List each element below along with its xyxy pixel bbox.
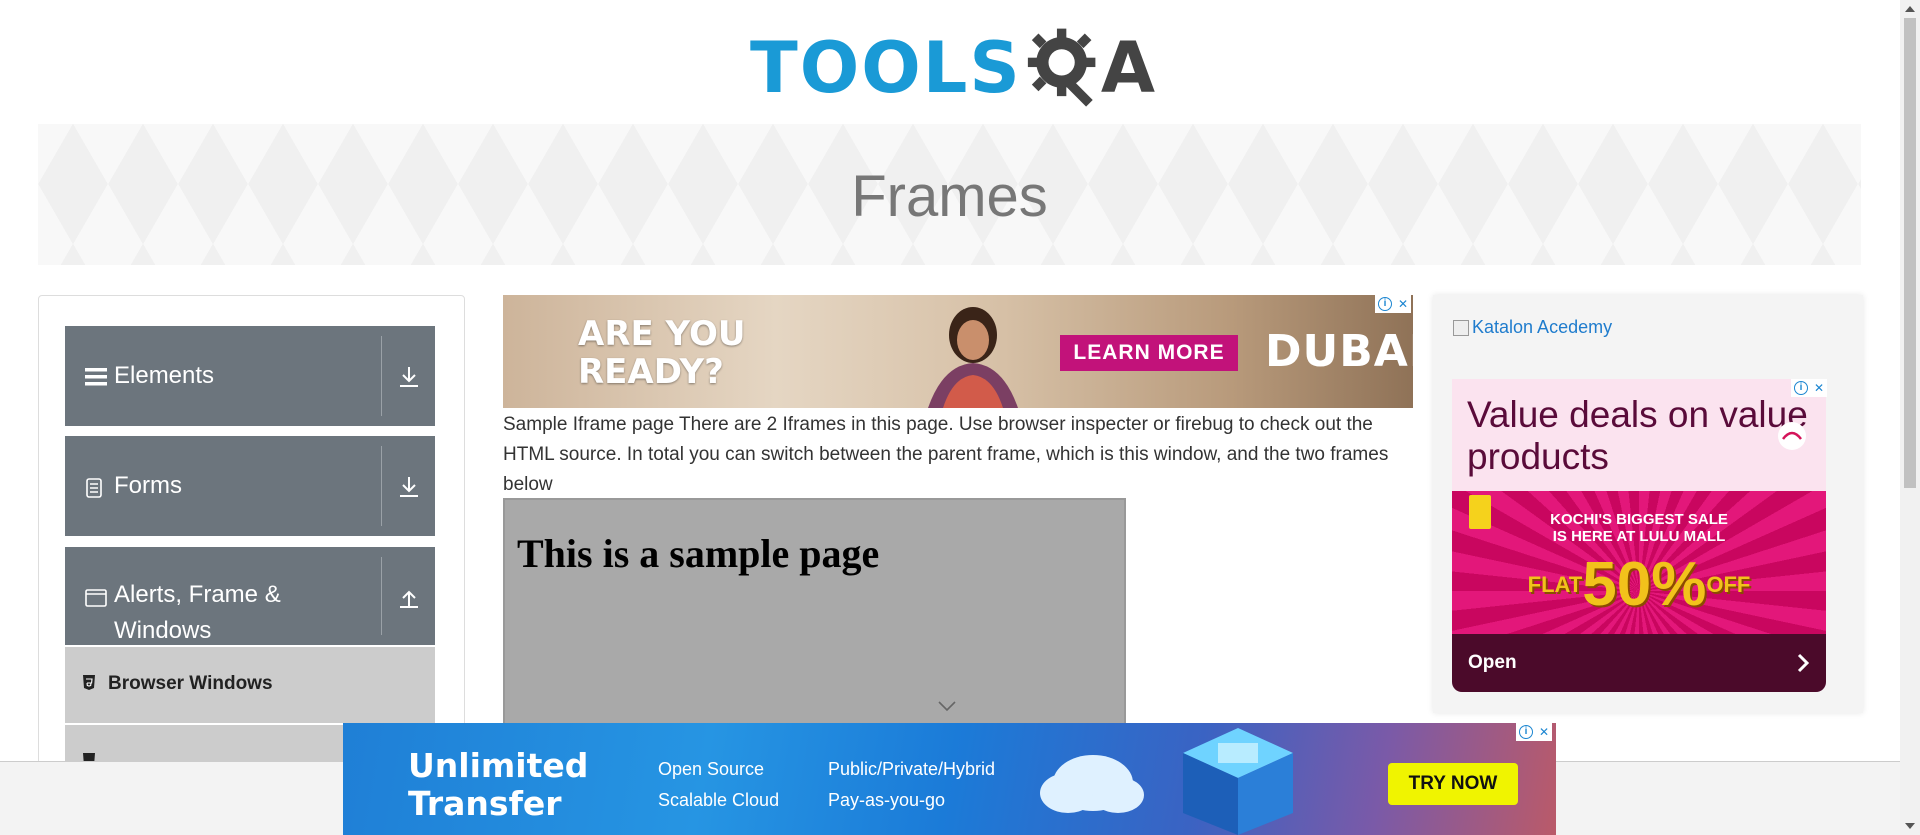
- promo-banner: KOCHI'S BIGGEST SALE IS HERE AT LULU MAL…: [1452, 491, 1826, 634]
- html5-icon: [83, 675, 95, 690]
- label-line-2: Windows: [114, 617, 212, 644]
- info-icon[interactable]: i: [1377, 297, 1392, 311]
- promo-line-2: IS HERE AT LULU MALL: [1552, 528, 1726, 545]
- sidebar-group-elements[interactable]: Elements: [65, 326, 435, 426]
- dubai-logo: DUBAI: [1265, 326, 1413, 377]
- sidebar-group-alerts-frame-windows[interactable]: Alerts, Frame & Windows: [65, 547, 435, 645]
- ad-choices[interactable]: i ✕: [1791, 379, 1827, 397]
- download-icon[interactable]: [396, 474, 422, 500]
- dubai-ad-banner[interactable]: ARE YOU READY? LEARN MORE DUBAI i ✕: [503, 295, 1413, 408]
- close-icon[interactable]: ✕: [1398, 297, 1408, 311]
- ad-choices[interactable]: i ✕: [1516, 723, 1552, 741]
- discount-value: 50%: [1582, 550, 1707, 619]
- off-label: OFF: [1706, 572, 1751, 597]
- sidebar-group-label: Forms: [114, 472, 182, 499]
- hamburger-icon: [85, 368, 107, 386]
- label-line-1: Alerts, Frame &: [114, 581, 281, 608]
- divider: [381, 446, 382, 526]
- sidebar-group-forms[interactable]: Forms: [65, 436, 435, 536]
- info-icon[interactable]: i: [1518, 725, 1533, 739]
- try-now-button[interactable]: TRY NOW: [1388, 763, 1518, 805]
- broken-image-icon: [1453, 319, 1469, 336]
- chevron-right-icon: [1797, 653, 1810, 673]
- feature-open-source: Open Source: [658, 759, 765, 779]
- katalon-academy-link[interactable]: Katalon Acedemy: [1453, 317, 1612, 338]
- cloud-storage-ad[interactable]: Unlimited Transfer Open Source Scalable …: [343, 723, 1556, 835]
- logo-text: TOOLS: [750, 27, 1022, 109]
- scrollbar-thumb[interactable]: [1904, 18, 1916, 488]
- discount-badge: FLAT50%OFF: [1452, 553, 1826, 617]
- sample-iframe[interactable]: This is a sample page: [503, 498, 1126, 748]
- page-banner: Frames: [38, 124, 1861, 265]
- flat-label: FLAT: [1527, 572, 1583, 597]
- feature-pricing: Pay-as-you-go: [828, 790, 946, 810]
- iframe-heading: This is a sample page: [517, 531, 880, 576]
- right-ad-panel: Katalon Acedemy Value deals on value pro…: [1433, 295, 1863, 713]
- sidebar-group-label: Elements: [114, 362, 215, 389]
- scroll-down-icon[interactable]: [1905, 822, 1915, 830]
- page-scrollbar[interactable]: [1900, 0, 1920, 835]
- ad-headline-line-2: READY?: [578, 352, 724, 392]
- toolsqa-logo[interactable]: TOOLS A: [750, 18, 1155, 118]
- close-icon[interactable]: ✕: [1539, 725, 1549, 739]
- divider: [381, 336, 382, 416]
- ad-headline-line-1: ARE YOU: [578, 314, 746, 354]
- sidebar-group-label: Alerts, Frame & Windows: [114, 577, 281, 649]
- lulu-mall-ad[interactable]: Value deals on value products KOCHI'S BI…: [1452, 379, 1826, 692]
- learn-more-button[interactable]: LEARN MORE: [1060, 335, 1238, 371]
- feature-deployment: Public/Private/Hybrid: [828, 759, 996, 779]
- promo-headline: KOCHI'S BIGGEST SALE IS HERE AT LULU MAL…: [1452, 511, 1826, 545]
- window-icon: [85, 589, 107, 607]
- ad-choices[interactable]: i ✕: [1375, 295, 1411, 313]
- ad-person-image: [928, 307, 1018, 408]
- open-label: Open: [1468, 652, 1517, 673]
- cloud-server-illustration: [1040, 728, 1293, 835]
- page-title: Frames: [851, 164, 1048, 229]
- info-icon[interactable]: i: [1793, 381, 1808, 395]
- ad-headline: Value deals on value products: [1467, 394, 1808, 477]
- frames-description: Sample Iframe page There are 2 Iframes i…: [503, 414, 1389, 495]
- ad-headline-line-1: Unlimited: [408, 746, 589, 785]
- feature-scalable-cloud: Scalable Cloud: [658, 790, 780, 810]
- ad-headline: ARE YOU READY?: [578, 315, 745, 391]
- open-ad-button[interactable]: Open: [1452, 634, 1826, 692]
- divider: [381, 557, 382, 635]
- upload-icon[interactable]: [396, 585, 422, 611]
- logo-a-letter: A: [1100, 27, 1155, 109]
- promo-line-1: KOCHI'S BIGGEST SALE: [1550, 511, 1728, 528]
- scroll-up-icon[interactable]: [1905, 5, 1915, 13]
- lulu-logo: [1778, 422, 1806, 450]
- close-icon[interactable]: ✕: [1814, 381, 1824, 395]
- ad-headline-line-2: Transfer: [408, 784, 562, 823]
- document-icon: [86, 478, 102, 498]
- chevron-down-icon: [938, 701, 956, 712]
- download-icon[interactable]: [396, 364, 422, 390]
- sidebar-item-label: Browser Windows: [108, 673, 273, 694]
- katalon-alt-text: Katalon Acedemy: [1472, 317, 1613, 337]
- ad-headline: Unlimited Transfer: [408, 747, 588, 823]
- sidebar-item-browser-windows[interactable]: Browser Windows: [65, 647, 435, 724]
- gear-magnifier-icon: [1027, 28, 1096, 107]
